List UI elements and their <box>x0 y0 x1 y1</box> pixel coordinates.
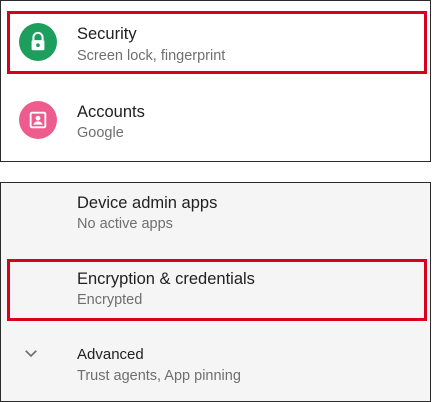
settings-list-panel: Security Screen lock, fingerprint Accoun… <box>0 0 431 162</box>
settings-item-subtitle: Encrypted <box>77 292 143 308</box>
settings-item-subtitle: Screen lock, fingerprint <box>77 48 226 64</box>
settings-item-subtitle: Trust agents, App pinning <box>77 368 241 384</box>
settings-item-accounts[interactable]: Accounts Google <box>1 81 430 161</box>
chevron-down-icon <box>22 344 40 367</box>
settings-item-title: Accounts <box>77 103 145 121</box>
security-settings-panel: Device admin apps No active apps Encrypt… <box>0 182 431 402</box>
settings-item-device-admin-apps[interactable]: Device admin apps No active apps <box>1 183 430 258</box>
settings-item-title: Encryption & credentials <box>77 270 255 288</box>
settings-item-title: Advanced <box>77 346 144 363</box>
lock-icon <box>19 23 57 61</box>
settings-item-title: Device admin apps <box>77 194 218 212</box>
settings-item-encryption-credentials[interactable]: Encryption & credentials Encrypted <box>1 258 430 328</box>
settings-item-subtitle: No active apps <box>77 216 173 232</box>
account-box-icon <box>19 101 57 139</box>
settings-item-advanced[interactable]: Advanced Trust agents, App pinning <box>1 328 430 401</box>
settings-item-subtitle: Google <box>77 125 124 141</box>
settings-item-security[interactable]: Security Screen lock, fingerprint <box>1 1 430 81</box>
settings-item-title: Security <box>77 25 137 43</box>
